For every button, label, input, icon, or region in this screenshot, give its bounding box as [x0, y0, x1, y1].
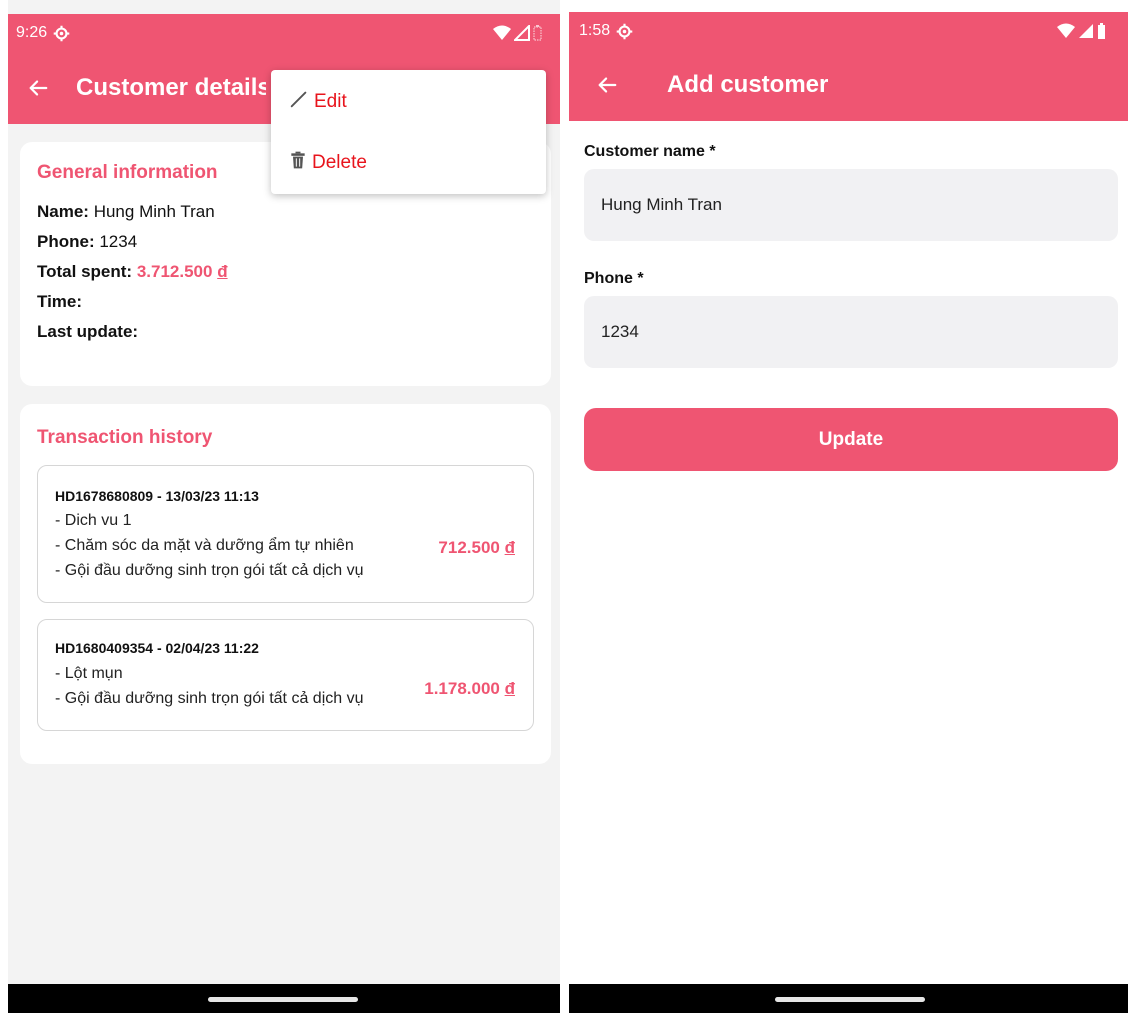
battery-icon: [533, 25, 542, 41]
transaction-line: - Gội đầu dưỡng sinh trọn gói tất cả dịc…: [55, 562, 364, 579]
update-button[interactable]: Update: [584, 408, 1118, 471]
transaction-header: HD1680409354 - 02/04/23 11:22: [55, 640, 259, 656]
status-time: 9:26: [16, 24, 48, 41]
settings-gear-icon: [53, 25, 70, 42]
back-arrow-icon[interactable]: [569, 74, 645, 96]
last-update-label: Last update:: [37, 322, 139, 341]
transaction-item[interactable]: HD1680409354 - 02/04/23 11:22 - Lột mụn …: [37, 619, 534, 731]
transaction-amount: 1.178.000 đ: [424, 679, 515, 699]
phone-value: 1234: [99, 232, 138, 251]
trash-icon: [288, 150, 308, 176]
customer-details-screen: 9:26 Customer details General informatio…: [8, 0, 560, 1013]
transaction-amount-value: 1.178.000: [424, 679, 500, 698]
status-time: 1:58: [579, 22, 611, 39]
total-spent-row: Total spent: 3.712.500 đ: [37, 262, 534, 282]
signal-icon: [514, 25, 530, 41]
settings-gear-icon: [616, 23, 633, 40]
home-indicator[interactable]: [208, 997, 358, 1002]
system-nav-bar: [8, 984, 560, 1013]
phone-row: Phone: 1234: [37, 232, 534, 252]
status-bar: 9:26: [8, 14, 560, 52]
transaction-amount-value: 712.500: [438, 538, 500, 557]
time-row: Time:: [37, 292, 534, 312]
wifi-icon: [1057, 23, 1075, 39]
name-value: Hung Minh Tran: [93, 202, 215, 221]
wifi-icon: [493, 25, 511, 41]
pencil-icon: [288, 88, 310, 116]
total-spent-value: 3.712.500 đ: [137, 262, 228, 281]
transaction-line: - Lột mụn: [55, 665, 123, 682]
signal-icon: [1078, 23, 1094, 39]
currency-symbol: đ: [504, 679, 515, 698]
system-nav-bar: [569, 984, 1128, 1013]
last-update-row: Last update:: [37, 322, 534, 342]
transaction-history-title: Transaction history: [37, 427, 213, 448]
page-title: Customer details: [76, 74, 266, 101]
phone-input[interactable]: [584, 296, 1118, 368]
page-title: Add customer: [667, 71, 829, 98]
currency-symbol: đ: [217, 262, 228, 281]
menu-item-delete[interactable]: Delete: [271, 133, 546, 193]
phone-label: Phone *: [584, 270, 644, 287]
menu-item-label: Delete: [312, 152, 367, 173]
transaction-line: - Dich vu 1: [55, 512, 132, 529]
transaction-line: - Gội đầu dưỡng sinh trọn gói tất cả dịc…: [55, 690, 364, 707]
transaction-amount: 712.500 đ: [438, 538, 515, 558]
home-indicator[interactable]: [775, 997, 925, 1002]
transaction-history-card: Transaction history HD1678680809 - 13/03…: [20, 404, 551, 764]
total-spent-label: Total spent:: [37, 262, 133, 281]
status-bar: 1:58: [569, 12, 1128, 50]
overflow-menu: Edit Delete: [271, 70, 546, 194]
back-arrow-icon[interactable]: [8, 77, 68, 99]
battery-icon: [1097, 23, 1106, 39]
time-label: Time:: [37, 292, 83, 311]
add-customer-screen: 1:58 Add customer Customer name * Phone …: [569, 0, 1128, 1013]
name-label: Name:: [37, 202, 89, 221]
customer-name-label: Customer name *: [584, 143, 716, 160]
name-row: Name: Hung Minh Tran: [37, 202, 534, 222]
app-bar: Add customer: [569, 49, 1128, 121]
phone-label: Phone:: [37, 232, 95, 251]
currency-symbol: đ: [504, 538, 515, 557]
menu-item-label: Edit: [314, 91, 347, 112]
transaction-line: - Chăm sóc da mặt và dưỡng ẩm tự nhiên: [55, 537, 354, 554]
menu-item-edit[interactable]: Edit: [271, 72, 546, 132]
transaction-header: HD1678680809 - 13/03/23 11:13: [55, 488, 259, 504]
transaction-item[interactable]: HD1678680809 - 13/03/23 11:13 - Dich vu …: [37, 465, 534, 603]
total-spent-amount: 3.712.500: [136, 262, 213, 281]
customer-name-input[interactable]: [584, 169, 1118, 241]
